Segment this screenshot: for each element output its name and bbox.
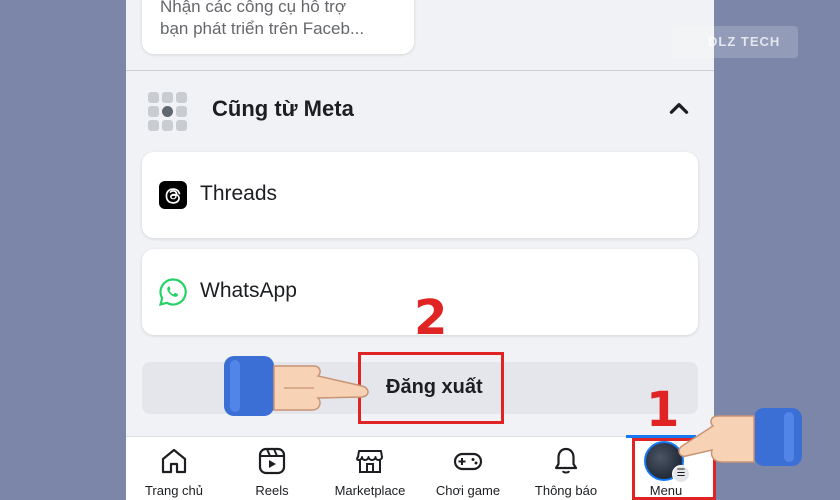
threads-label: Threads <box>200 182 278 205</box>
whatsapp-label: WhatsApp <box>200 279 297 302</box>
promo-card-line2: bạn phát triển trên Faceb... <box>160 19 365 38</box>
tab-notifications[interactable]: Thông báo <box>518 437 614 500</box>
tab-gaming-label: Chơi game <box>435 483 501 498</box>
threads-app-item[interactable]: Threads <box>142 152 698 238</box>
also-from-meta-header[interactable]: Cũng từ Meta <box>126 84 714 134</box>
reels-icon <box>258 447 286 475</box>
home-icon <box>161 448 187 474</box>
highlight-logout <box>358 352 504 424</box>
tab-reels-label: Reels <box>255 483 289 498</box>
step-2-number: 2 <box>414 290 448 346</box>
tab-gaming[interactable]: Chơi game <box>420 437 516 500</box>
pointing-hand-icon <box>678 408 802 466</box>
pointing-hand-icon <box>224 356 369 416</box>
facebook-menu-screen: Nhận các công cụ hỗ trợ bạn phát triển t… <box>126 0 714 500</box>
promo-card[interactable]: Nhận các công cụ hỗ trợ bạn phát triển t… <box>142 0 414 54</box>
watermark-text: DLZ TECH <box>708 34 781 49</box>
tab-marketplace[interactable]: Marketplace <box>322 437 418 500</box>
section-title: Cũng từ Meta <box>212 96 354 121</box>
bottom-navigation: Trang chủ Reels Marketplace Chơi game Th… <box>126 435 714 500</box>
marketplace-icon <box>356 450 383 473</box>
gamepad-icon <box>453 452 483 471</box>
promo-card-line1: Nhận các công cụ hỗ trợ <box>160 0 346 16</box>
tab-home-label: Trang chủ <box>144 483 204 498</box>
whatsapp-icon <box>158 278 187 307</box>
chevron-up-icon[interactable] <box>666 96 692 122</box>
bell-icon <box>554 447 578 474</box>
tab-notifications-label: Thông báo <box>534 483 598 498</box>
threads-icon <box>159 181 187 209</box>
tab-reels[interactable]: Reels <box>224 437 320 500</box>
tab-home[interactable]: Trang chủ <box>126 437 222 500</box>
section-divider <box>126 70 714 71</box>
tab-marketplace-label: Marketplace <box>334 483 406 498</box>
step-1-number: 1 <box>646 382 680 438</box>
meta-apps-grid-icon <box>148 92 188 132</box>
watermark-logo: DLZ TECH <box>672 26 798 58</box>
